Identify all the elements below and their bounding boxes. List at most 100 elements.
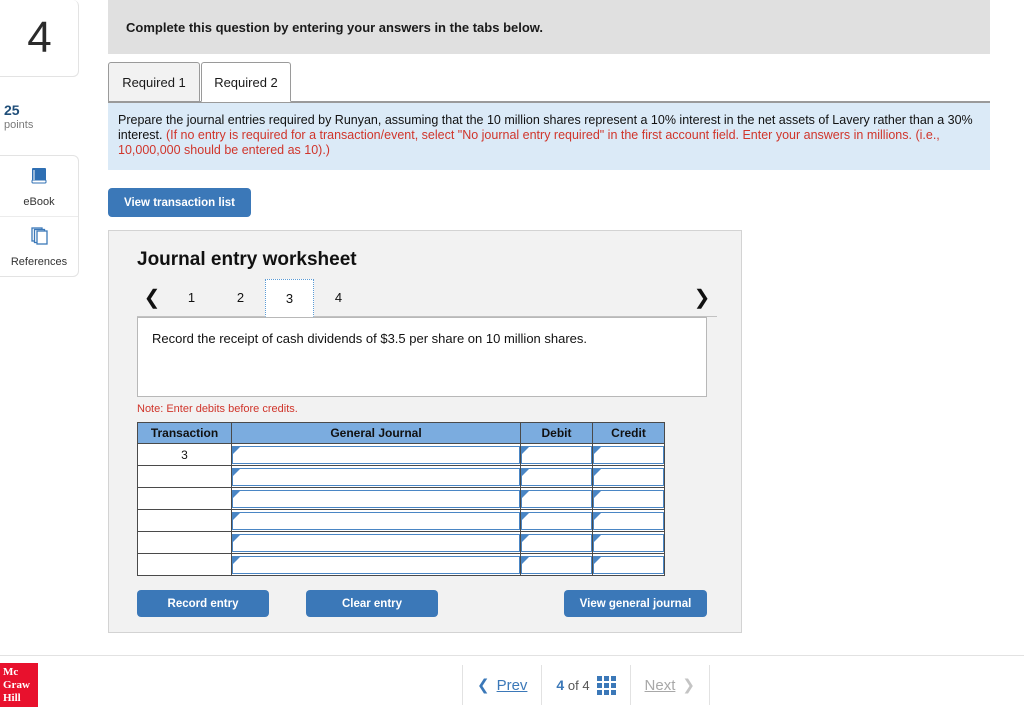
credit-cell — [592, 465, 665, 488]
points-block: 25 points — [0, 77, 80, 133]
view-transaction-list-button[interactable]: View transaction list — [108, 188, 251, 217]
footer-bar: Mc Graw Hill ❮ Prev 4 of 4 Next ❯ — [0, 655, 1024, 713]
dropdown-marker-icon — [233, 468, 240, 476]
worksheet-button-row: Record entry Clear entry View general jo… — [137, 590, 707, 617]
chevron-left-icon: ❮ — [477, 677, 490, 694]
credit-cell — [592, 443, 665, 466]
debit-input[interactable] — [521, 511, 592, 530]
transaction-cell — [137, 487, 232, 510]
debit-cell — [520, 509, 593, 532]
references-label: References — [10, 256, 68, 268]
dropdown-marker-icon — [522, 490, 529, 498]
credit-input[interactable] — [593, 467, 664, 486]
dropdown-marker-icon — [233, 446, 240, 454]
mcgraw-hill-logo: Mc Graw Hill — [0, 663, 38, 707]
next-button[interactable]: Next ❯ — [631, 665, 710, 705]
credit-input[interactable] — [593, 533, 664, 552]
table-row — [137, 487, 665, 510]
record-entry-button[interactable]: Record entry — [137, 590, 269, 617]
total-pages: 4 — [582, 678, 590, 693]
journal-entry-worksheet-panel: Journal entry worksheet ❮ 1 2 3 4 ❯ Reco… — [108, 230, 742, 633]
tab-required-2[interactable]: Required 2 — [201, 62, 291, 102]
credit-input[interactable] — [593, 445, 664, 464]
dropdown-marker-icon — [522, 534, 529, 542]
general-journal-input[interactable] — [232, 555, 520, 574]
debit-input[interactable] — [521, 555, 592, 574]
chevron-right-icon[interactable]: ❯ — [687, 282, 717, 312]
general-journal-input[interactable] — [232, 511, 520, 530]
debits-before-credits-note: Note: Enter debits before credits. — [137, 403, 298, 415]
column-header-debit: Debit — [520, 422, 593, 444]
tab-required-1[interactable]: Required 1 — [108, 62, 200, 102]
journal-entry-table: Transaction General Journal Debit Credit… — [137, 422, 665, 576]
general-journal-cell — [231, 487, 521, 510]
general-journal-input[interactable] — [232, 489, 520, 508]
column-header-transaction: Transaction — [137, 422, 232, 444]
page-button-3[interactable]: 3 — [265, 279, 314, 317]
view-general-journal-button[interactable]: View general journal — [564, 590, 707, 617]
instructions-red-text: (If no entry is required for a transacti… — [118, 128, 940, 157]
general-journal-cell — [231, 531, 521, 554]
credit-input[interactable] — [593, 555, 664, 574]
debit-input[interactable] — [521, 533, 592, 552]
transaction-prompt-text: Record the receipt of cash dividends of … — [152, 331, 588, 346]
question-number: 4 — [27, 13, 52, 62]
current-page: 4 — [556, 677, 565, 693]
debit-input[interactable] — [521, 489, 592, 508]
footer-navigation: ❮ Prev 4 of 4 Next ❯ — [462, 656, 710, 713]
table-row — [137, 509, 665, 532]
debit-input[interactable] — [521, 467, 592, 486]
credit-input[interactable] — [593, 489, 664, 508]
credit-input[interactable] — [593, 511, 664, 530]
general-journal-cell — [231, 553, 521, 576]
page-button-2[interactable]: 2 — [216, 279, 265, 315]
table-row: 3 — [137, 443, 665, 466]
debit-input[interactable] — [521, 445, 592, 464]
ebook-button[interactable]: eBook — [0, 156, 78, 216]
dropdown-marker-icon — [233, 512, 240, 520]
dropdown-marker-icon — [594, 556, 601, 564]
credit-cell — [592, 509, 665, 532]
left-rail: 4 25 points eBook References — [0, 0, 80, 655]
references-button[interactable]: References — [0, 216, 78, 276]
table-row — [137, 531, 665, 554]
page-button-4[interactable]: 4 — [314, 279, 363, 315]
debit-cell — [520, 443, 593, 466]
column-header-general-journal: General Journal — [231, 422, 521, 444]
grid-icon[interactable] — [596, 675, 616, 695]
chevron-left-icon[interactable]: ❮ — [137, 282, 167, 312]
general-journal-input[interactable] — [232, 445, 520, 464]
general-journal-input[interactable] — [232, 533, 520, 552]
credit-cell — [592, 531, 665, 554]
table-row — [137, 553, 665, 576]
book-icon — [28, 165, 50, 192]
dropdown-marker-icon — [522, 512, 529, 520]
chevron-right-icon: ❯ — [682, 677, 695, 694]
dropdown-marker-icon — [594, 446, 601, 454]
page-counter: 4 of 4 — [542, 665, 631, 705]
tool-card: eBook References — [0, 155, 79, 277]
pages-icon — [28, 225, 50, 252]
debit-cell — [520, 487, 593, 510]
transaction-cell — [137, 465, 232, 488]
debit-cell — [520, 553, 593, 576]
table-row — [137, 465, 665, 488]
general-journal-input[interactable] — [232, 467, 520, 486]
tab-required-2-label: Required 2 — [214, 74, 278, 90]
prev-button[interactable]: ❮ Prev — [462, 665, 543, 705]
ebook-label: eBook — [23, 195, 55, 208]
next-label: Next — [644, 676, 676, 694]
dropdown-marker-icon — [594, 490, 601, 498]
clear-entry-button[interactable]: Clear entry — [306, 590, 438, 617]
credit-cell — [592, 553, 665, 576]
dropdown-marker-icon — [522, 446, 529, 454]
dropdown-marker-icon — [233, 534, 240, 542]
worksheet-pager: ❮ 1 2 3 4 ❯ — [137, 277, 717, 317]
dropdown-marker-icon — [522, 556, 529, 564]
page-button-1[interactable]: 1 — [167, 279, 216, 315]
logo-line-3: Hill — [3, 692, 21, 704]
points-value: 25 — [4, 102, 20, 118]
instructions-panel: Prepare the journal entries required by … — [108, 102, 990, 170]
dropdown-marker-icon — [594, 534, 601, 542]
points-label: points — [4, 119, 34, 131]
